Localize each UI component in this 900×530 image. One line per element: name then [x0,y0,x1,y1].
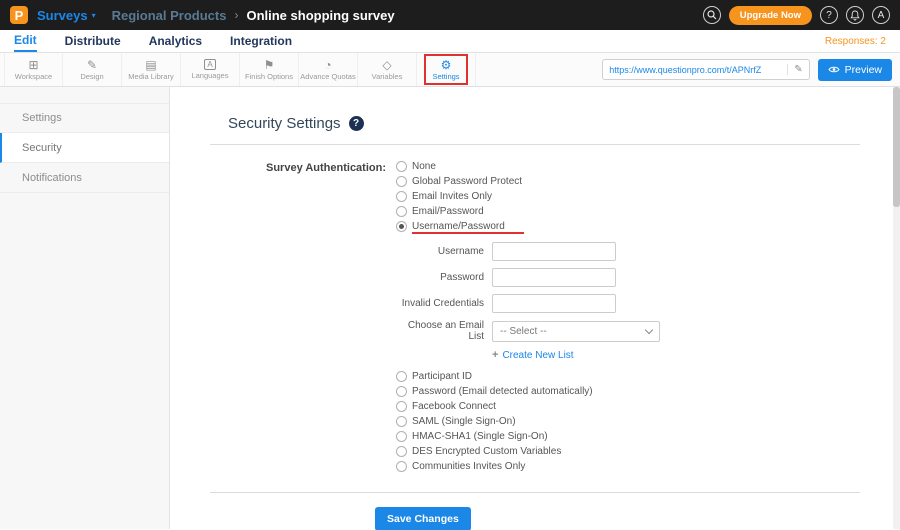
sidebar-item-security[interactable]: Security [0,133,169,163]
settings-icon: ⚙ [440,57,452,72]
radio-option-hmac-sha1-sso[interactable]: HMAC-SHA1 (Single Sign-On) [396,431,660,442]
responses-count[interactable]: Responses: 2 [825,36,886,47]
breadcrumb-current: Online shopping survey [246,7,395,23]
password-field[interactable] [492,268,616,287]
search-icon[interactable] [702,6,721,24]
top-bar: P Surveys ▾ Regional Products › Online s… [0,0,900,30]
radio-button-icon[interactable] [396,371,407,382]
radio-button-icon[interactable] [396,446,407,457]
advance-quotas-icon: ◔ [324,57,332,72]
radio-option-facebook-connect[interactable]: Facebook Connect [396,401,660,412]
toolbar-item-languages[interactable]: A Languages [181,53,240,86]
radio-button-icon[interactable] [396,416,407,427]
media-library-icon: ▤ [145,57,157,72]
radio-button-icon[interactable] [396,191,407,202]
radio-button-icon[interactable] [396,461,407,472]
tab-edit[interactable]: Edit [14,30,37,52]
tab-analytics[interactable]: Analytics [149,30,202,52]
radio-button-icon[interactable] [396,176,407,187]
chevron-down-icon: ▾ [91,11,96,20]
chevron-down-icon [644,325,654,334]
radio-button-icon[interactable] [396,431,407,442]
radio-option-email-invites-only[interactable]: Email Invites Only [396,191,660,202]
top-divider [210,144,860,145]
toolbar-right: ✎ Preview [602,53,900,86]
radio-option-password-email-detected[interactable]: Password (Email detected automatically) [396,386,660,397]
survey-authentication-label: Survey Authentication: [266,162,386,174]
surveys-menu[interactable]: Surveys ▾ [37,8,96,23]
plus-icon: + [492,349,499,361]
radio-option-participant-id[interactable]: Participant ID [396,371,660,382]
radio-button-icon[interactable] [396,161,407,172]
sidebar-item-settings[interactable]: Settings [0,103,169,133]
username-field[interactable] [492,242,616,261]
create-new-list-link[interactable]: + Create New List [492,349,660,361]
finish-options-icon: ⚑ [263,57,275,72]
breadcrumb: Regional Products › Online shopping surv… [112,8,395,23]
survey-nav-tabs: Edit Distribute Analytics Integration Re… [0,30,900,53]
languages-icon: A [204,59,216,70]
password-label: Password [440,272,484,283]
bottom-divider [210,492,860,493]
invalid-credentials-field[interactable] [492,294,616,313]
toolbar-item-advance-quotas[interactable]: ◔ Advance Quotas [299,53,358,86]
breadcrumb-separator: › [234,8,239,22]
topbar-actions: Upgrade Now ? A [702,5,890,25]
save-changes-button[interactable]: Save Changes [375,507,471,530]
toolbar-item-media-library[interactable]: ▤ Media Library [122,53,181,86]
authentication-form: Survey Authentication: None Global Passw… [210,161,860,476]
toolbar-item-finish-options[interactable]: ⚑ Finish Options [240,53,299,86]
username-label: Username [437,246,484,257]
edit-url-pencil-icon[interactable]: ✎ [787,64,803,75]
email-list-label: Choose an Email List [407,320,484,342]
section-help-icon[interactable]: ? [348,116,364,131]
preview-button[interactable]: Preview [817,58,892,81]
scrollbar-thumb[interactable] [893,87,900,207]
radio-button-icon[interactable] [396,401,407,412]
radio-option-saml-sso[interactable]: SAML (Single Sign-On) [396,416,660,427]
radio-button-icon[interactable] [396,386,407,397]
design-icon: ✎ [86,57,98,72]
eye-icon [828,66,840,73]
sidebar-item-notifications[interactable]: Notifications [0,163,169,193]
radio-option-username-password[interactable]: Username/Password [396,221,660,234]
toolbar-item-variables[interactable]: ◇ Variables [358,53,417,86]
page-title: Security Settings [228,115,341,132]
vertical-scrollbar[interactable] [893,87,900,529]
surveys-menu-label: Surveys [37,7,88,23]
radio-option-global-password-protect[interactable]: Global Password Protect [396,176,660,187]
survey-url-field-wrap: ✎ [602,59,810,80]
radio-option-des-encrypted-variables[interactable]: DES Encrypted Custom Variables [396,446,660,457]
radio-option-email-password[interactable]: Email/Password [396,206,660,217]
questionpro-logo: P [10,6,28,24]
invalid-credentials-label: Invalid Credentials [401,298,484,309]
survey-url-input[interactable] [609,64,782,75]
tab-integration[interactable]: Integration [230,30,292,52]
edit-toolbar: ⊞ Workspace ✎ Design ▤ Media Library A L… [0,53,900,87]
notifications-bell-icon[interactable] [846,6,864,24]
settings-sidebar: Settings Security Notifications [0,87,170,529]
toolbar-item-settings[interactable]: ⚙ Settings [417,53,476,86]
workspace-icon: ⊞ [28,57,39,72]
variables-icon: ◇ [382,57,392,72]
radio-button-selected-icon[interactable] [396,221,407,232]
tab-distribute[interactable]: Distribute [65,30,121,52]
radio-button-icon[interactable] [396,206,407,217]
toolbar-item-design[interactable]: ✎ Design [63,53,122,86]
radio-option-communities-invites-only[interactable]: Communities Invites Only [396,461,660,472]
credentials-fields: Username Password Invalid Credentials Ch… [396,242,660,361]
toolbar-item-workspace[interactable]: ⊞ Workspace [4,53,63,86]
page-body: Settings Security Notifications Security… [0,87,900,530]
avatar[interactable]: A [872,6,890,24]
radio-option-none[interactable]: None [396,161,660,172]
email-list-select[interactable]: -- Select -- [492,320,660,342]
help-icon[interactable]: ? [820,6,838,24]
upgrade-now-button[interactable]: Upgrade Now [728,5,812,25]
security-settings-panel: Security Settings ? Survey Authenticatio… [170,87,900,530]
breadcrumb-parent[interactable]: Regional Products [112,8,227,23]
annotation-username-password-underline [412,232,524,234]
